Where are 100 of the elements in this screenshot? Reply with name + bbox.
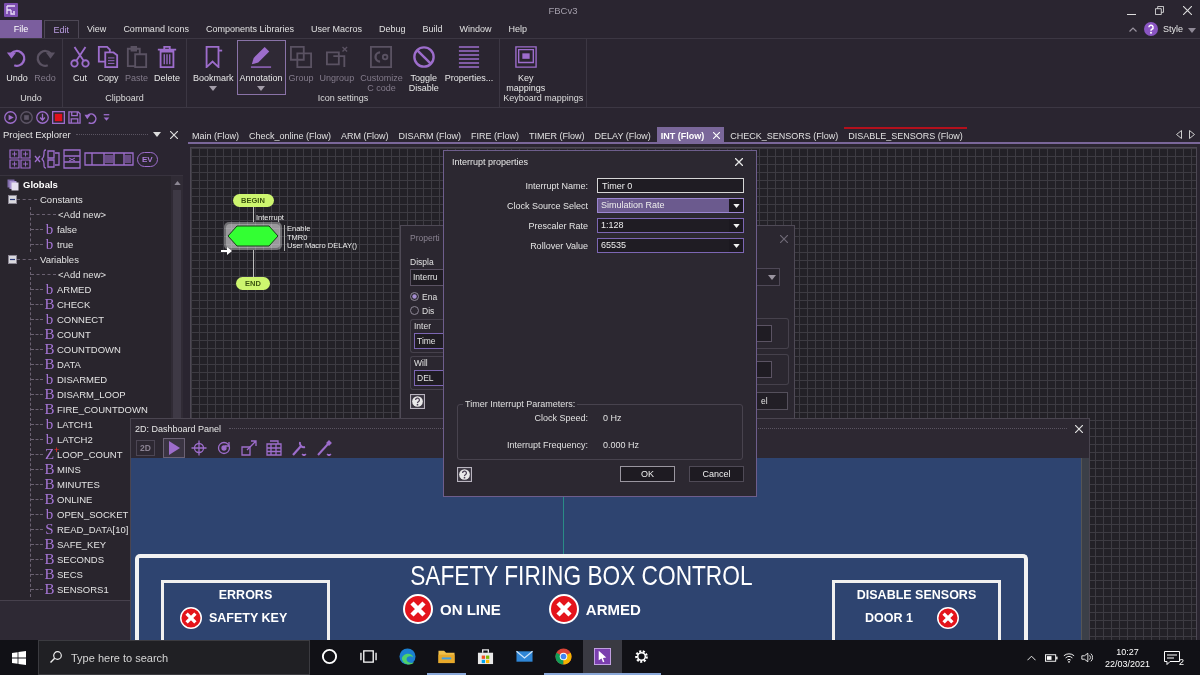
dropdown-field[interactable]: 1:128 [597,218,744,233]
editor-tab[interactable]: DELAY (Flow) [590,127,655,142]
tree-item[interactable]: CONNECT [56,313,105,326]
editor-tab[interactable]: Check_online (Flow) [245,127,336,142]
tree-item[interactable]: MINUTES [56,478,101,491]
dialog-button[interactable]: el [756,392,788,410]
text-field[interactable]: DEL [414,370,445,386]
tree-folder[interactable]: Variables [39,253,80,266]
copy-button[interactable]: Copy [94,40,122,92]
speaker-icon[interactable] [1080,652,1093,663]
taskbar-button[interactable] [583,640,622,675]
tree-item[interactable]: LATCH2 [56,433,94,446]
tree-item[interactable]: <Add new> [57,208,108,221]
down-arrow-circle-icon[interactable] [36,110,49,124]
bookmark-button[interactable]: Bookmark [190,40,237,95]
menu-tab[interactable]: User Macros [302,20,371,38]
component-strip-icon[interactable] [84,150,134,168]
tree-item[interactable]: COUNT [56,328,92,341]
menu-tab[interactable]: Edit [44,20,79,38]
tree-item[interactable]: SAFE_KEY [56,538,108,551]
undo-icon[interactable] [84,110,97,124]
tree-item[interactable]: DISARM_LOOP [56,388,127,401]
tree-item[interactable]: COUNTDOWN [56,343,122,356]
grid-icon[interactable] [9,149,31,169]
play-icon[interactable] [4,110,17,124]
tree-item[interactable]: READ_DATA[10] [56,523,130,536]
tree-item[interactable]: OPEN_SOCKET [56,508,130,521]
tool-button[interactable] [162,438,185,458]
caret-up-icon[interactable] [1026,654,1036,661]
radio-label[interactable]: Dis [422,305,435,316]
radio-label[interactable]: Ena [422,291,438,302]
tree-folder[interactable]: Constants [39,193,84,206]
menu-tab[interactable]: View [78,20,115,38]
dropdown-button[interactable] [756,268,780,286]
interrupt-hexagon[interactable] [224,222,282,250]
tree-item[interactable]: MINS [56,463,82,476]
scroll-right-icon[interactable] [1189,130,1195,139]
dropdown-field[interactable]: 65535 [597,238,744,253]
menu-tab[interactable]: Build [414,20,451,38]
radio-button[interactable] [410,306,419,315]
tree-item[interactable]: SECONDS [56,553,105,566]
editor-tab[interactable]: TIMER (Flow) [525,127,589,142]
tree-item[interactable]: <Add new> [57,268,108,281]
text-field[interactable]: Timer 0 [597,178,744,193]
battery-icon[interactable] [1044,653,1058,662]
editor-tab[interactable]: DISABLE_SENSORS (Flow) [844,127,967,142]
editor-tab[interactable]: Main (Flow) [188,127,243,142]
toggle-button[interactable]: Toggle Disable [405,40,442,97]
tree-item[interactable]: DATA [56,358,82,371]
menu-tab[interactable]: Command Icons [114,20,198,38]
menu-tab[interactable]: Window [451,20,501,38]
menu-tab[interactable]: Help [500,20,536,38]
menu-tab[interactable]: Debug [370,20,414,38]
tree-item[interactable]: CHECK [56,298,92,311]
undo-button[interactable]: Undo [3,40,31,92]
dialog-button[interactable]: OK [620,466,675,482]
stacked-boxes-icon[interactable] [63,149,81,169]
tree-item[interactable]: SENSORS1 [56,583,110,596]
variable-braces-icon[interactable] [34,149,60,169]
editor-tab[interactable]: INT (Flow) [656,127,725,142]
notification-icon[interactable] [1164,650,1180,665]
tree-item[interactable]: false [56,223,79,236]
menu-tab[interactable]: Components Libraries [197,20,303,38]
text-field[interactable]: Time [414,333,445,349]
collapse-icon[interactable] [8,255,17,264]
tree-item[interactable]: ONLINE [56,493,94,506]
scroll-left-icon[interactable] [1176,130,1182,139]
save-icon[interactable] [68,110,81,124]
style-menu-button[interactable]: Style [1163,24,1183,34]
editor-tab[interactable]: ARM (Flow) [337,127,393,142]
tree-item[interactable]: true [56,238,75,251]
collapse-ribbon-icon[interactable] [1129,26,1137,32]
scrollbar[interactable] [1081,458,1089,640]
editor-tab[interactable]: DISARM (Flow) [394,127,466,142]
tree-item[interactable]: SECS [56,568,84,581]
help-icon[interactable] [457,466,472,482]
tree-item[interactable]: FIRE_COUNTDOWN [56,403,149,416]
dialog-button[interactable]: Cancel [689,466,744,482]
editor-tab[interactable]: CHECK_SENSORS (Flow) [726,127,843,142]
delete-button[interactable]: Delete [151,40,184,92]
wifi-icon[interactable] [1062,652,1075,663]
start-icon[interactable] [12,650,26,665]
annotation-button[interactable]: Annotation [236,40,286,95]
clock-time[interactable]: 10:27 [1116,645,1139,658]
help-icon[interactable] [1144,22,1158,36]
text-field[interactable]: Interru [410,269,444,286]
tree-item[interactable]: DISARMED [56,373,109,386]
collapse-icon[interactable] [8,195,17,204]
dropdown-field[interactable]: Simulation Rate [597,198,744,213]
properties-button[interactable]: Properties... [441,40,497,92]
editor-tab[interactable]: FIRE (Flow) [467,127,524,142]
tree-item[interactable]: LATCH1 [56,418,94,431]
file-menu-button[interactable]: File [0,20,42,38]
record-icon[interactable] [52,110,65,124]
tree-item[interactable]: ARMED [56,283,93,296]
restore-icon[interactable] [1155,5,1164,15]
help-icon[interactable] [410,394,425,409]
cut-button[interactable]: Cut [66,40,94,92]
caret-down-icon[interactable] [153,132,161,137]
clock-date[interactable]: 22/03/2021 [1104,657,1150,670]
